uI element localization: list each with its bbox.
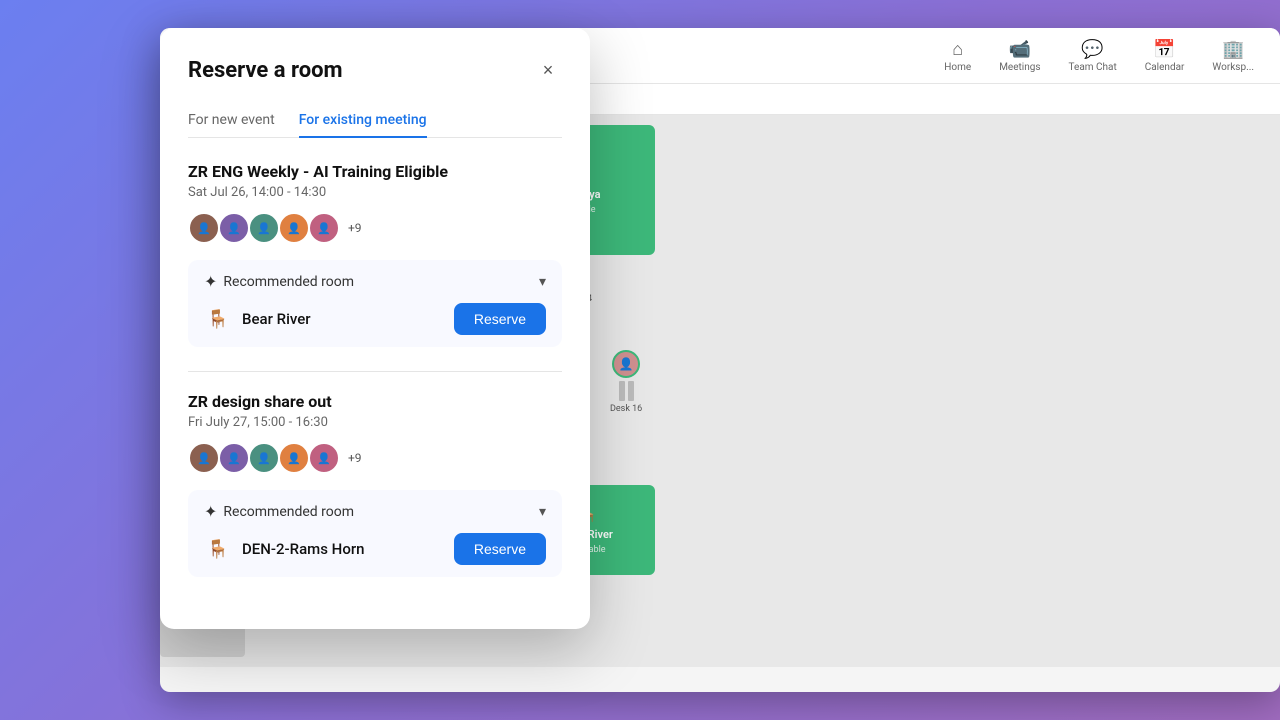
nav-workspaces[interactable]: 🏢 Worksp... (1198, 35, 1268, 77)
workspaces-icon: 🏢 (1222, 39, 1244, 60)
calendar-icon: 📅 (1153, 39, 1175, 60)
meeting-card-1: ZR ENG Weekly - AI Training Eligible Sat… (188, 162, 562, 347)
room-chair-icon-2: 🪑 (204, 535, 232, 563)
tab-existing-meeting[interactable]: For existing meeting (299, 104, 427, 138)
meetings-icon: 📹 (1009, 39, 1031, 60)
reserve-room-modal: Reserve a room × For new event For exist… (160, 28, 590, 629)
room-row-2: 🪑 DEN-2-Rams Horn Reserve (204, 533, 546, 565)
chevron-down-icon-2[interactable]: ▾ (539, 504, 546, 520)
nav-calendar[interactable]: 📅 Calendar (1131, 35, 1199, 77)
meeting-2-avatars: 👤 👤 👤 👤 👤 +9 (188, 442, 562, 474)
room-name-1: Bear River (242, 310, 311, 328)
desk-16-item: 👤 Desk 16 (610, 350, 642, 414)
reserve-button-1[interactable]: Reserve (454, 303, 546, 335)
avatar-1: 👤 (188, 212, 220, 244)
meeting-1-time: Sat Jul 26, 14:00 - 14:30 (188, 185, 562, 200)
modal-title: Reserve a room (188, 58, 343, 83)
avatar-2-5: 👤 (308, 442, 340, 474)
avatar-3: 👤 (248, 212, 280, 244)
modal-close-button[interactable]: × (534, 56, 562, 84)
avatar-2-4: 👤 (278, 442, 310, 474)
avatar-4: 👤 (278, 212, 310, 244)
nav-teamchat[interactable]: 💬 Team Chat (1055, 35, 1131, 77)
avatar-5: 👤 (308, 212, 340, 244)
reserve-button-2[interactable]: Reserve (454, 533, 546, 565)
sparkle-icon-2: ✦ (204, 502, 217, 521)
recommended-text-2: Recommended room (223, 504, 354, 520)
nav-workspaces-label: Worksp... (1212, 62, 1254, 73)
recommended-section-1: ✦ Recommended room ▾ 🪑 Bear River Reserv… (188, 260, 562, 347)
sparkle-icon-1: ✦ (204, 272, 217, 291)
tab-new-event[interactable]: For new event (188, 104, 275, 138)
nav-meetings-label: Meetings (999, 62, 1040, 73)
room-info-1: 🪑 Bear River (204, 305, 311, 333)
divider-1 (188, 371, 562, 372)
avatar-2-1: 👤 (188, 442, 220, 474)
meeting-card-2: ZR design share out Fri July 27, 15:00 -… (188, 392, 562, 577)
room-row-1: 🪑 Bear River Reserve (204, 303, 546, 335)
desk-16-label: Desk 16 (610, 404, 642, 414)
room-name-2: DEN-2-Rams Horn (242, 540, 364, 558)
chevron-down-icon-1[interactable]: ▾ (539, 274, 546, 290)
modal-tabs: For new event For existing meeting (188, 104, 562, 138)
room-info-2: 🪑 DEN-2-Rams Horn (204, 535, 364, 563)
nav-meetings[interactable]: 📹 Meetings (985, 35, 1054, 77)
desk-16-avatar: 👤 (612, 350, 640, 378)
avatar-2: 👤 (218, 212, 250, 244)
meeting-2-time: Fri July 27, 15:00 - 16:30 (188, 415, 562, 430)
top-nav: ⌂ Home 📹 Meetings 💬 Team Chat 📅 Calendar… (930, 35, 1268, 77)
avatar-count-1: +9 (348, 221, 362, 235)
recommended-header-2: ✦ Recommended room ▾ (204, 502, 546, 521)
recommended-section-2: ✦ Recommended room ▾ 🪑 DEN-2-Rams Horn R… (188, 490, 562, 577)
avatar-2-3: 👤 (248, 442, 280, 474)
avatar-count-2: +9 (348, 451, 362, 465)
teamchat-icon: 💬 (1081, 39, 1103, 60)
recommended-label-2: ✦ Recommended room (204, 502, 354, 521)
recommended-label-1: ✦ Recommended room (204, 272, 354, 291)
recommended-text-1: Recommended room (223, 274, 354, 290)
nav-calendar-label: Calendar (1145, 62, 1185, 73)
nav-teamchat-label: Team Chat (1069, 62, 1117, 73)
nav-home[interactable]: ⌂ Home (930, 35, 985, 77)
recommended-header-1: ✦ Recommended room ▾ (204, 272, 546, 291)
room-chair-icon-1: 🪑 (204, 305, 232, 333)
avatar-2-2: 👤 (218, 442, 250, 474)
meeting-1-title: ZR ENG Weekly - AI Training Eligible (188, 162, 562, 181)
meeting-1-avatars: 👤 👤 👤 👤 👤 +9 (188, 212, 562, 244)
modal-header: Reserve a room × (188, 56, 562, 84)
nav-home-label: Home (944, 62, 971, 73)
meeting-2-title: ZR design share out (188, 392, 562, 411)
home-icon: ⌂ (952, 39, 963, 60)
